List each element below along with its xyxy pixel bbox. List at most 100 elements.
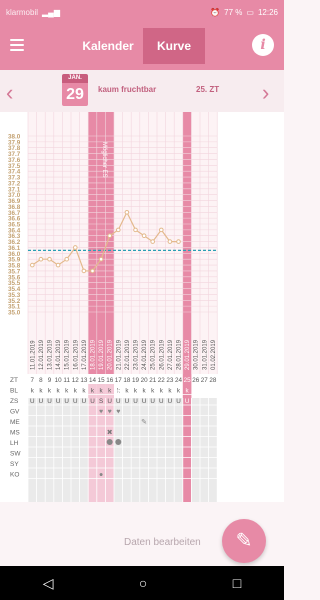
zt-value: 26 bbox=[192, 377, 200, 384]
zs-value: U bbox=[47, 398, 52, 405]
tab-calendar[interactable]: Kalender bbox=[76, 28, 140, 64]
date-label: 12.01.2019 bbox=[39, 339, 45, 370]
fertility-status: kaum fruchtbar bbox=[98, 85, 157, 94]
recent-apps-icon[interactable]: □ bbox=[233, 575, 241, 591]
zs-value: U bbox=[107, 398, 112, 405]
y-tick-label: 35.0 bbox=[8, 310, 21, 317]
zt-value: 20 bbox=[141, 377, 149, 384]
carrier-name: klarmobil bbox=[6, 7, 39, 17]
date-label: 16.01.2019 bbox=[73, 339, 79, 370]
zt-value: 8 bbox=[39, 377, 43, 384]
temperature-chart[interactable]: 38.0 37.9 37.8 37.7 37.6 37.5 37.4 37.3 37.2 37.1… bbox=[0, 112, 284, 502]
zt-value: 18 bbox=[123, 377, 131, 384]
zt-value: 21 bbox=[149, 377, 157, 384]
tab-curve[interactable]: Kurve bbox=[143, 28, 205, 64]
date-label: 14.01.2019 bbox=[56, 339, 62, 370]
row-label: SW bbox=[10, 451, 21, 458]
system-nav-bar: ◁ ○ □ bbox=[0, 566, 284, 600]
zs-value: U bbox=[142, 398, 147, 405]
status-bar: klarmobil ▂▄▆ ⏰ 77 % ▭ 12:26 bbox=[0, 0, 284, 24]
battery-level: 77 % bbox=[224, 7, 243, 17]
zs-value: U bbox=[90, 398, 95, 405]
edit-pencil-icon[interactable]: ✎ bbox=[222, 519, 266, 563]
row-label: GV bbox=[10, 409, 20, 416]
zt-value: 7 bbox=[31, 377, 35, 384]
row-label: ME bbox=[10, 419, 20, 426]
zt-value: 17 bbox=[115, 377, 123, 384]
temperature-point bbox=[98, 256, 104, 262]
date-label: 21.01.2019 bbox=[116, 339, 122, 370]
gv-heart-icon: ♥ bbox=[108, 409, 112, 416]
zs-value: U bbox=[64, 398, 69, 405]
ovulation-label: Möglicher ES bbox=[101, 142, 107, 178]
temperature-point bbox=[150, 239, 155, 244]
row-label: BL bbox=[10, 388, 18, 395]
temperature-point bbox=[116, 227, 121, 233]
mucus-icon: ◈ bbox=[116, 388, 120, 394]
edit-data-link[interactable]: Daten bearbeiten bbox=[124, 537, 201, 548]
date-label: 22.01.2019 bbox=[125, 339, 131, 370]
zt-value: 16 bbox=[106, 377, 114, 384]
temperature-point bbox=[73, 245, 78, 250]
date-label: 15.01.2019 bbox=[65, 339, 71, 370]
zs-value: U bbox=[133, 398, 138, 405]
temperature-point bbox=[133, 227, 138, 233]
ms-icon: ✖ bbox=[107, 430, 113, 437]
date-label: 27.01.2019 bbox=[168, 339, 174, 370]
info-icon[interactable]: i bbox=[252, 34, 274, 56]
zs-value: U bbox=[150, 398, 155, 405]
zt-value: 10 bbox=[55, 377, 63, 384]
date-label: 29.01.2019 bbox=[185, 339, 191, 370]
temperature-point bbox=[167, 239, 173, 244]
temperature-point bbox=[81, 268, 87, 274]
date-label: 17.01.2019 bbox=[82, 339, 88, 370]
date-label: 18.01.2019 bbox=[91, 339, 97, 370]
row-label: ZS bbox=[10, 398, 19, 405]
date-label: 20.01.2019 bbox=[108, 339, 114, 370]
date-label: 25.01.2019 bbox=[151, 339, 157, 370]
date-label: 24.01.2019 bbox=[142, 339, 148, 370]
chart-svg: 38.037.937.837.737.637.537.437.337.237.1… bbox=[0, 112, 284, 502]
temperature-point bbox=[141, 233, 147, 239]
date-month: JAN. bbox=[62, 74, 88, 83]
gv-heart-icon: ♥ bbox=[99, 409, 103, 416]
date-label: 23.01.2019 bbox=[134, 339, 140, 370]
zs-value: S bbox=[99, 398, 103, 405]
home-icon[interactable]: ○ bbox=[139, 575, 147, 591]
lh-check-icon bbox=[115, 439, 122, 445]
date-day: 29 bbox=[62, 83, 88, 106]
date-label: 30.01.2019 bbox=[194, 339, 200, 370]
zt-value: 11 bbox=[63, 377, 70, 384]
row-label: ZT bbox=[10, 377, 18, 384]
next-day-icon[interactable]: › bbox=[262, 80, 269, 106]
menu-icon[interactable] bbox=[10, 39, 24, 51]
zs-value: U bbox=[125, 398, 130, 405]
date-label: 31.01.2019 bbox=[202, 339, 208, 370]
date-label: 11.01.2019 bbox=[30, 340, 36, 370]
zs-value: U bbox=[56, 398, 61, 405]
zs-value: U bbox=[82, 398, 87, 405]
back-icon[interactable]: ◁ bbox=[43, 575, 54, 592]
row-label: LH bbox=[10, 440, 19, 447]
date-label: 01.02.2019 bbox=[211, 339, 217, 370]
date-label: 13.01.2019 bbox=[48, 339, 54, 370]
zt-value: 28 bbox=[209, 377, 217, 384]
battery-icon: ▭ bbox=[246, 7, 254, 17]
previous-day-icon[interactable]: ‹ bbox=[6, 80, 13, 106]
lh-check-icon bbox=[106, 439, 113, 445]
gv-heart-icon: ♥ bbox=[116, 409, 120, 416]
date-label: 28.01.2019 bbox=[177, 339, 183, 370]
zs-value: U bbox=[159, 398, 164, 405]
date-label: 26.01.2019 bbox=[159, 339, 165, 370]
zs-value: U bbox=[168, 398, 173, 405]
row-label: KO bbox=[10, 472, 19, 479]
zs-value: U bbox=[73, 398, 78, 405]
alarm-icon: ⏰ bbox=[210, 7, 221, 17]
temperature-point bbox=[107, 233, 112, 239]
zt-value: 12 bbox=[72, 377, 80, 384]
ko-comment-icon: ● bbox=[99, 472, 103, 479]
zs-value: U bbox=[176, 398, 181, 405]
temperature-point bbox=[90, 268, 95, 274]
zt-value: 15 bbox=[98, 377, 106, 384]
me-pill-icon: ✎ bbox=[141, 419, 147, 426]
